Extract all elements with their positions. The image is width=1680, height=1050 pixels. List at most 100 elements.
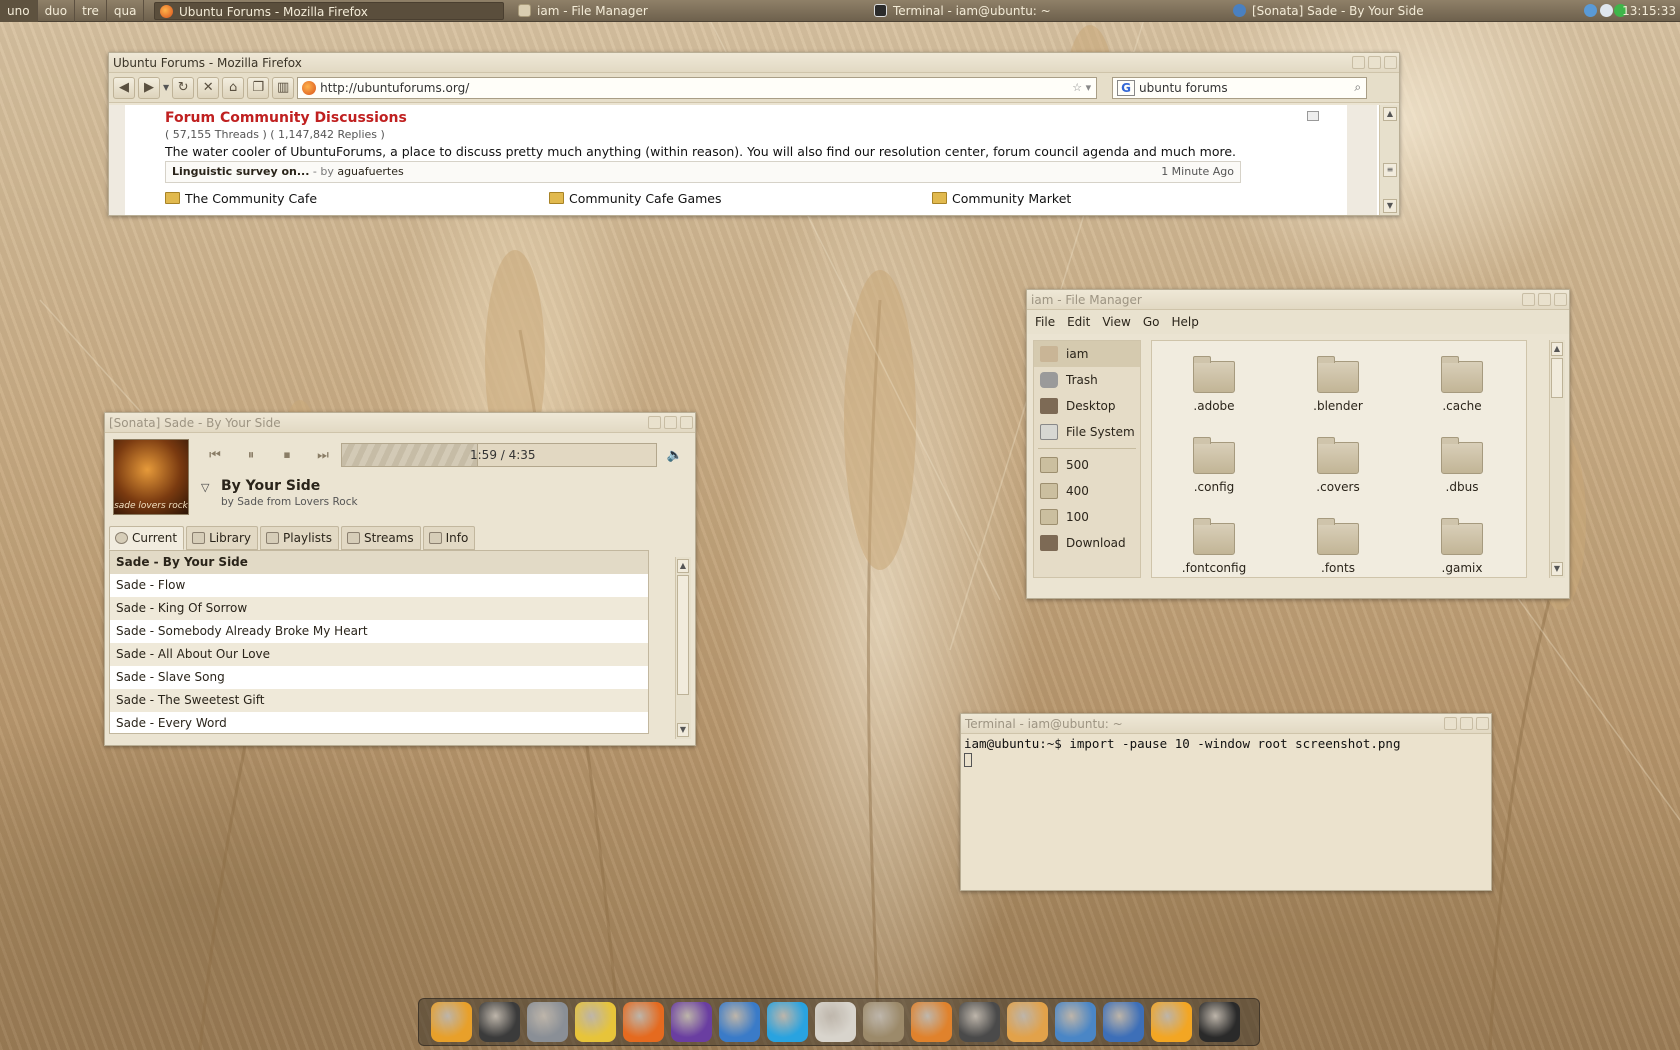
search-box[interactable]: G ubuntu forums ⌕ (1112, 76, 1368, 99)
firefox-titlebar[interactable]: Ubuntu Forums - Mozilla Firefox (109, 53, 1399, 73)
subforum-link[interactable]: Community Cafe Games (549, 191, 722, 206)
stop-button[interactable]: ✕ (197, 76, 220, 99)
firefox-icon[interactable] (623, 1002, 664, 1042)
file-manager-titlebar[interactable]: iam - File Manager (1027, 290, 1569, 310)
forward-button[interactable]: ▶ (138, 76, 160, 99)
rss-star-icon[interactable]: ☆ ▾ (1072, 81, 1096, 94)
scroll-up-icon[interactable]: ▲ (1551, 342, 1563, 356)
scroll-thumb[interactable] (1551, 358, 1563, 398)
folder-item[interactable]: .cache (1412, 356, 1512, 413)
previous-button[interactable]: ⏮ (203, 445, 227, 467)
folder-item[interactable]: .blender (1288, 356, 1388, 413)
tab-info[interactable]: Info (422, 526, 476, 550)
tab-library[interactable]: Library (186, 526, 259, 550)
task-firefox[interactable]: Ubuntu Forums - Mozilla Firefox (154, 2, 504, 20)
search-icon[interactable]: ⌕ (1354, 80, 1366, 95)
close-button[interactable] (1384, 56, 1397, 69)
search-input[interactable]: ubuntu forums (1139, 81, 1228, 95)
system-monitor-icon[interactable] (1055, 1002, 1096, 1042)
playlist-row[interactable]: Sade - All About Our Love (110, 643, 648, 666)
task-file-manager[interactable]: iam - File Manager (513, 2, 853, 20)
gnome-foot-icon[interactable] (431, 1002, 472, 1042)
volume-icon[interactable]: 🔈 (663, 445, 687, 467)
pidgin-icon[interactable] (671, 1002, 712, 1042)
scroll-down-icon[interactable]: ▼ (1551, 562, 1563, 576)
document-viewer-icon[interactable] (815, 1002, 856, 1042)
maximize-button[interactable] (1368, 56, 1381, 69)
workspace-tre[interactable]: tre (75, 0, 107, 22)
text-editor-icon[interactable] (1007, 1002, 1048, 1042)
side-item-desktop[interactable]: Desktop (1034, 393, 1140, 419)
url-bar[interactable]: http://ubuntuforums.org/ ☆ ▾ (297, 76, 1098, 99)
playlist-row[interactable]: Sade - Somebody Already Broke My Heart (110, 620, 648, 643)
playlist-row[interactable]: Sade - Slave Song (110, 666, 648, 689)
tab-current[interactable]: Current (109, 526, 185, 550)
scroll-down-icon[interactable]: ▼ (1383, 199, 1397, 213)
bookmarks-icon[interactable]: ❐ (247, 76, 270, 99)
vertical-scrollbar[interactable]: ▲ ▼ (675, 557, 691, 739)
history-dropdown-icon[interactable]: ▼ (163, 83, 169, 92)
scroll-thumb[interactable]: ≡ (1383, 163, 1397, 177)
terminal-output[interactable]: iam@ubuntu:~$ import -pause 10 -window r… (961, 734, 1491, 890)
minimize-button[interactable] (1352, 56, 1365, 69)
network-icon[interactable] (1600, 4, 1613, 17)
search-engine-icon[interactable]: G (1117, 79, 1136, 96)
side-item-trash[interactable]: Trash (1034, 367, 1140, 393)
menu-file[interactable]: File (1035, 315, 1055, 329)
menu-view[interactable]: View (1102, 315, 1130, 329)
playlist-row[interactable]: Sade - Flow (110, 574, 648, 597)
minimize-button[interactable] (648, 416, 661, 429)
disk-icon[interactable] (1199, 1002, 1240, 1042)
gimp-icon[interactable] (863, 1002, 904, 1042)
task-terminal[interactable]: Terminal - iam@ubuntu: ~ (869, 2, 1209, 20)
playlist-row[interactable]: Sade - By Your Side (110, 551, 648, 574)
tab-streams[interactable]: Streams (340, 526, 421, 550)
folder-item[interactable]: .fonts (1288, 518, 1388, 575)
back-button[interactable]: ◀ (113, 76, 135, 99)
progress-bar[interactable]: 1:59 / 4:35 (341, 443, 657, 467)
scroll-up-icon[interactable]: ▲ (677, 559, 689, 573)
stop-button[interactable]: ⏹ (275, 445, 299, 467)
folder-item[interactable]: .fontconfig (1164, 518, 1264, 575)
notes-icon[interactable] (575, 1002, 616, 1042)
minimize-button[interactable] (1444, 717, 1457, 730)
thunderbird-icon[interactable] (719, 1002, 760, 1042)
next-button[interactable]: ⏭ (311, 445, 335, 467)
folder-item[interactable]: .dbus (1412, 437, 1512, 494)
subforum-link[interactable]: The Community Cafe (165, 191, 317, 206)
scroll-up-icon[interactable]: ▲ (1383, 107, 1397, 121)
album-art[interactable]: sade lovers rock (113, 439, 189, 515)
side-item-home[interactable]: iam (1034, 341, 1140, 367)
collapse-icon[interactable] (1307, 111, 1319, 121)
side-item-bookmark[interactable]: 100 (1034, 504, 1140, 530)
maximize-button[interactable] (1460, 717, 1473, 730)
vlc-icon[interactable] (1151, 1002, 1192, 1042)
menu-edit[interactable]: Edit (1067, 315, 1090, 329)
folder-item[interactable]: .config (1164, 437, 1264, 494)
workspace-uno[interactable]: uno (0, 0, 38, 22)
side-item-bookmark[interactable]: 400 (1034, 478, 1140, 504)
reload-button[interactable]: ↻ (172, 76, 195, 99)
inkscape-icon[interactable] (959, 1002, 1000, 1042)
terminal-titlebar[interactable]: Terminal - iam@ubuntu: ~ (961, 714, 1491, 734)
close-button[interactable] (680, 416, 693, 429)
maximize-button[interactable] (1538, 293, 1551, 306)
subforum-link[interactable]: Community Market (932, 191, 1071, 206)
playlist-row[interactable]: Sade - King Of Sorrow (110, 597, 648, 620)
maximize-button[interactable] (664, 416, 677, 429)
extension-button[interactable]: ▥ (272, 76, 295, 99)
home-button[interactable]: ⌂ (222, 76, 245, 99)
network-icon[interactable] (527, 1002, 568, 1042)
vertical-scrollbar[interactable]: ▲ ▼ (1549, 340, 1565, 578)
blender-icon[interactable] (911, 1002, 952, 1042)
pause-button[interactable]: ⏸ (239, 445, 263, 467)
bluetooth-icon[interactable] (1584, 4, 1597, 17)
menu-help[interactable]: Help (1171, 315, 1198, 329)
playlist-row[interactable]: Sade - Every Word (110, 712, 648, 733)
vertical-scrollbar[interactable]: ▲ ≡ ▼ (1379, 105, 1399, 215)
forum-title-link[interactable]: Forum Community Discussions (165, 110, 407, 126)
close-button[interactable] (1554, 293, 1567, 306)
folder-item[interactable]: .gamix (1412, 518, 1512, 575)
side-item-filesystem[interactable]: File System (1034, 419, 1140, 445)
workspace-qua[interactable]: qua (107, 0, 145, 22)
